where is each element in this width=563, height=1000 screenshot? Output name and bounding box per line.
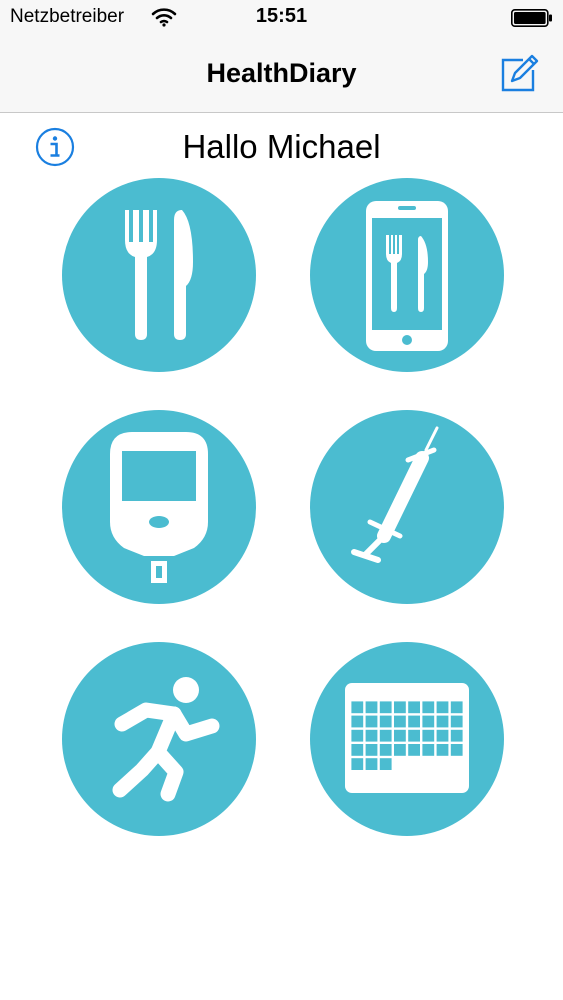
insulin-tile-button[interactable] — [310, 410, 504, 604]
syringe-icon — [351, 426, 439, 563]
calendar-tile-button[interactable] — [310, 642, 504, 836]
phone-meal-icon — [366, 201, 448, 351]
navigation-bar: HealthDiary — [0, 38, 563, 113]
greeting-text: Hallo Michael — [182, 128, 381, 165]
calendar-icon — [345, 683, 469, 793]
compose-icon[interactable] — [499, 52, 541, 94]
fork-knife-icon — [125, 206, 193, 340]
running-person-icon — [112, 677, 220, 802]
status-bar: Netzbetreiber 15:51 — [0, 0, 563, 38]
mobile-meal-tile-button[interactable] — [310, 178, 504, 372]
glucose-tile-button[interactable] — [62, 410, 256, 604]
battery-icon — [511, 9, 552, 27]
status-time: 15:51 — [255, 5, 308, 27]
activity-tile-button[interactable] — [62, 642, 256, 836]
nav-title: HealthDiary — [206, 58, 357, 88]
meal-tile-button[interactable] — [62, 178, 256, 372]
glucose-meter-icon — [110, 432, 208, 583]
